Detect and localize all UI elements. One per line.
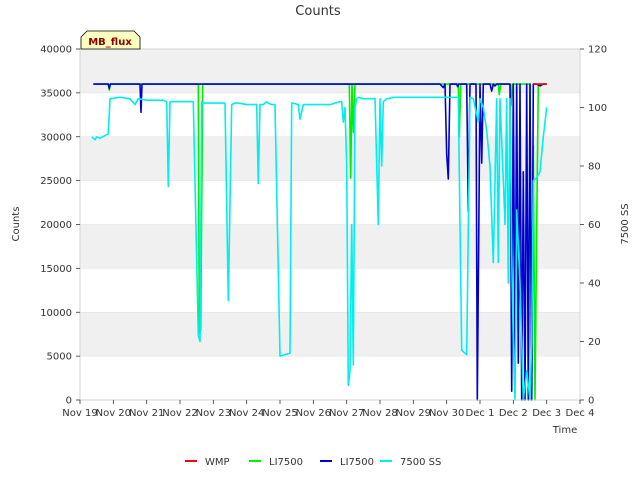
y2-tick-label: 40 [588, 279, 601, 290]
y-axis-label: Counts [11, 207, 22, 242]
x-tick-label: Nov 20 [96, 408, 131, 419]
legend-label: 7500 SS [400, 457, 441, 468]
grid-band [80, 312, 580, 357]
y-tick-label: 40000 [40, 45, 72, 56]
x-tick-label: Nov 28 [362, 408, 397, 419]
y2-tick-label: 0 [588, 396, 594, 407]
y-tick-label: 35000 [40, 88, 72, 99]
x-tick-label: Nov 29 [396, 408, 431, 419]
grid-band [80, 49, 580, 93]
x-tick-label: Dec 3 [532, 408, 561, 419]
x-tick-label: Dec 4 [566, 408, 595, 419]
y-tick-label: 25000 [40, 176, 72, 187]
x-tick-label: Nov 27 [329, 408, 364, 419]
x-tick-label: Nov 30 [429, 408, 464, 419]
y2-tick-label: 20 [588, 337, 601, 348]
y-tick-label: 5000 [47, 352, 72, 363]
chart: 0 5000 10000 15000 20000 25000 30000 35000 40000… [0, 0, 640, 480]
y-tick-label: 30000 [40, 132, 72, 143]
x-tick-label: Nov 23 [196, 408, 231, 419]
y2-tick-label: 80 [588, 162, 601, 173]
x-tick-label: Dec 1 [466, 408, 495, 419]
grid-band [80, 224, 580, 269]
x-tick-label: Nov 26 [296, 408, 331, 419]
y-tick-label: 0 [66, 396, 72, 407]
x-tick-label: Nov 21 [129, 408, 164, 419]
y2-axis-label: 7500 SS [620, 203, 631, 244]
badge-label: MB_flux [88, 37, 132, 48]
x-tick-label: Nov 24 [229, 408, 264, 419]
y2-tick-label: 120 [588, 45, 607, 56]
legend-label: WMP [205, 457, 230, 468]
legend-label: LI7500 [340, 457, 374, 468]
y-tick-label: 20000 [40, 220, 72, 231]
x-tick-label: Nov 25 [262, 408, 297, 419]
x-tick-label: Dec 2 [499, 408, 528, 419]
x-axis-label: Time [552, 425, 577, 436]
x-tick-label: Nov 19 [62, 408, 97, 419]
chart-title: Counts [295, 4, 341, 19]
legend-label: LI7500 [269, 457, 303, 468]
x-tick-label: Nov 22 [162, 408, 197, 419]
y-tick-label: 10000 [40, 308, 72, 319]
y-tick-label: 15000 [40, 264, 72, 275]
y2-tick-label: 60 [588, 220, 601, 231]
y2-tick-label: 100 [588, 103, 607, 114]
mb-flux-badge: MB_flux [80, 30, 141, 50]
